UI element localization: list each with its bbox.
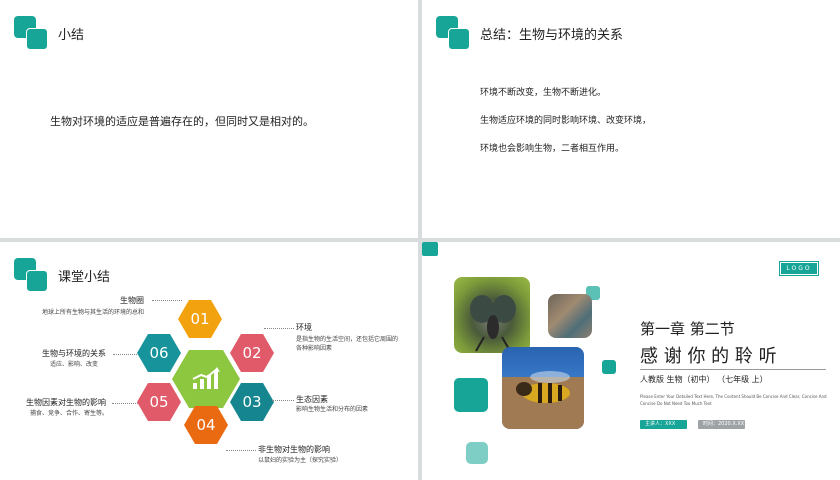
decor-square	[454, 378, 488, 412]
center-hexagon	[172, 350, 240, 408]
desc-03: 影响生物生活和分布的因素	[296, 406, 369, 413]
desc-02: 是指生物的生活空间，还包括它周围的各种影响因素	[296, 336, 399, 352]
slide-thank-you[interactable]: LOGO 第一章 第二节 感 谢 你 的 聆 听 人教版 生物（初中） （七年级…	[422, 242, 840, 480]
fly-photo	[454, 277, 530, 353]
moth-photo	[548, 294, 592, 338]
label-01: 生物圈	[120, 296, 144, 305]
label-03: 生态因素	[296, 395, 328, 404]
slide-title: 小结	[58, 28, 85, 43]
leader-line	[272, 400, 294, 401]
hex-04: 04	[184, 406, 228, 444]
leader-line	[113, 354, 137, 355]
presenter-pill: 主讲人：XXX	[640, 420, 687, 429]
label-04: 非生物对生物的影响	[258, 445, 330, 454]
wasp-photo	[502, 347, 584, 429]
thanks-title: 感 谢 你 的 聆 听	[640, 346, 777, 367]
body-line: 生物适应环境的同时影响环境、改变环境，	[480, 116, 652, 126]
blurb-text: Please Enter Your Detailed Text Here, Th…	[640, 394, 827, 406]
edition-text: 人教版 生物（初中） （七年级 上）	[640, 375, 768, 384]
hex-05: 05	[137, 383, 181, 421]
slide-title: 总结：生物与环境的关系	[480, 28, 624, 43]
decor-square	[466, 442, 488, 464]
slide-body-text: 生物对环境的适应是普遍存在的，但同时又是相对的。	[50, 115, 314, 128]
hex-03: 03	[230, 383, 274, 421]
growth-chart-icon	[192, 367, 220, 389]
hex-06: 06	[137, 334, 181, 372]
label-06: 生物与环境的关系	[42, 349, 106, 358]
slide-logo-icon	[14, 258, 48, 292]
slide-logo-icon	[14, 16, 48, 50]
slide-class-summary[interactable]: 课堂小结 01 02 03 04 05 06 生物圈 地球上所有生物与其生活的环…	[0, 242, 418, 480]
slide-summary[interactable]: 小结 生物对环境的适应是普遍存在的，但同时又是相对的。	[0, 0, 418, 238]
slide-title: 课堂小结	[58, 270, 111, 285]
label-05: 生物因素对生物的影响	[26, 398, 106, 407]
leader-line	[226, 450, 256, 451]
body-line: 环境不断改变，生物不断进化。	[480, 88, 607, 98]
slide-logo-icon	[436, 16, 470, 50]
fly-illustration	[470, 295, 516, 352]
decor-square	[422, 242, 438, 256]
decor-square	[602, 360, 616, 374]
desc-05: 捕食、竞争、合作、寄生等。	[30, 410, 109, 417]
desc-01: 地球上所有生物与其生活的环境的总和	[42, 309, 145, 316]
chapter-title: 第一章 第二节	[640, 320, 735, 338]
slide-relationship-summary[interactable]: 总结：生物与环境的关系 环境不断改变，生物不断进化。 生物适应环境的同时影响环境…	[422, 0, 840, 238]
leader-line	[112, 403, 138, 404]
leader-line	[264, 328, 294, 329]
leader-line	[152, 300, 182, 301]
hex-02: 02	[230, 334, 274, 372]
title-divider	[640, 369, 826, 370]
desc-04: 以鼠妇的实验为主（探究实验）	[258, 457, 343, 464]
hex-01: 01	[178, 300, 222, 338]
body-line: 环境也会影响生物，二者相互作用。	[480, 144, 625, 154]
logo-badge: LOGO	[779, 261, 819, 276]
label-02: 环境	[296, 323, 312, 332]
date-pill: 时间：2020.X.XX	[698, 420, 745, 429]
desc-06: 适应、影响、改变	[50, 361, 99, 368]
wasp-illustration	[502, 371, 584, 429]
